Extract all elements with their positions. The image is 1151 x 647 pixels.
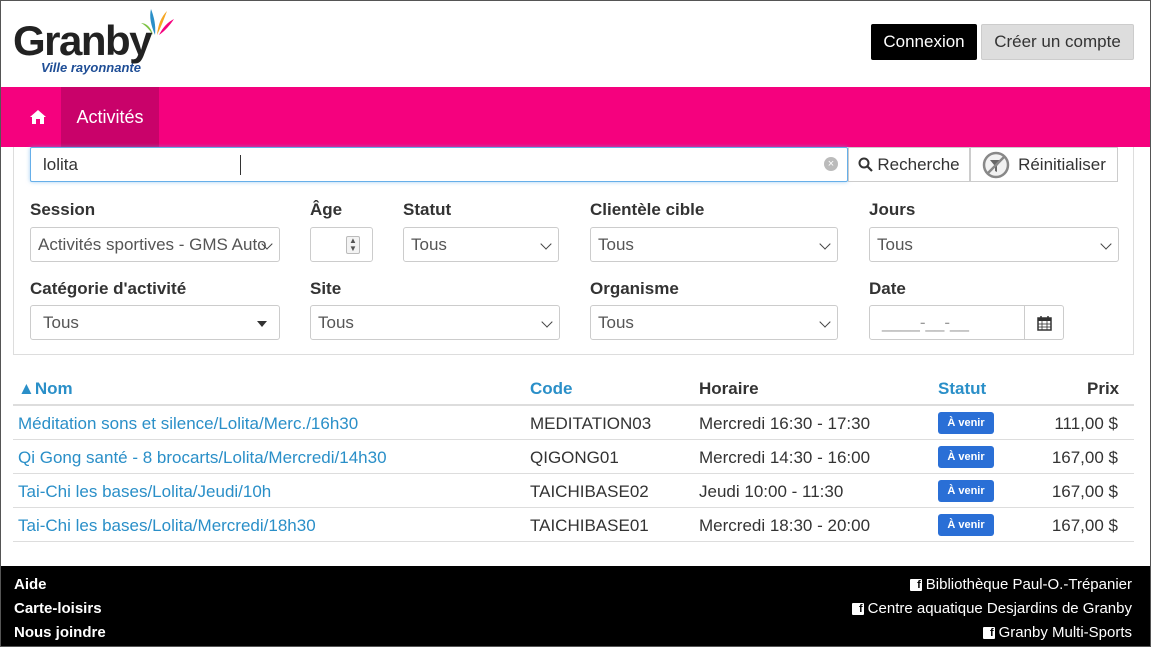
activity-code: TAICHIBASE01 <box>530 516 649 535</box>
statut-select[interactable]: Tous <box>403 227 559 262</box>
jours-select-value: Tous <box>877 234 913 254</box>
main-nav: Activités <box>1 87 1150 147</box>
age-input[interactable]: ▲ ▼ <box>310 227 373 262</box>
age-label: Âge <box>310 200 343 219</box>
footer-social-bibliotheque[interactable]: f Bibliothèque Paul-O.-Trépanier <box>909 576 1132 593</box>
col-header-nom[interactable]: ▲Nom <box>18 379 73 399</box>
jours-select[interactable]: Tous <box>869 227 1119 262</box>
footer-social-label: Centre aquatique Desjardins de Granby <box>867 600 1132 617</box>
col-header-prix: Prix <box>1087 379 1120 398</box>
spinner-icon[interactable]: ▲ ▼ <box>346 236 360 254</box>
search-input[interactable] <box>30 147 848 182</box>
jours-label: Jours <box>869 200 916 219</box>
activity-code: QIGONG01 <box>530 448 619 467</box>
clear-search-icon[interactable]: × <box>824 157 838 171</box>
categorie-select-value: Tous <box>43 312 79 332</box>
clientele-select[interactable]: Tous <box>590 227 838 262</box>
session-select[interactable]: Activités sportives - GMS Auto <box>30 227 280 262</box>
reset-button[interactable]: Réinitialiser <box>970 147 1118 182</box>
footer-social-label: Granby Multi-Sports <box>998 624 1132 641</box>
activity-horaire: Mercredi 14:30 - 16:00 <box>699 448 871 467</box>
signup-button[interactable]: Créer un compte <box>981 24 1134 60</box>
facebook-icon: f <box>851 602 864 615</box>
footer-link-carte-loisirs[interactable]: Carte-loisirs <box>14 600 102 617</box>
table-row: Qi Gong santé - 8 brocarts/Lolita/Mercre… <box>13 440 1134 474</box>
chevron-down-icon <box>819 316 831 328</box>
calendar-button[interactable] <box>1024 305 1064 340</box>
site-select[interactable]: Tous <box>310 305 560 340</box>
activity-name-link[interactable]: Méditation sons et silence/Lolita/Merc./… <box>18 414 358 434</box>
chevron-down-icon <box>1100 238 1112 250</box>
session-label: Session <box>30 200 96 219</box>
status-badge: À venir <box>938 446 994 468</box>
site-select-value: Tous <box>318 312 354 332</box>
footer-link-nous-joindre[interactable]: Nous joindre <box>14 624 106 641</box>
footer-social-multi-sports[interactable]: f Granby Multi-Sports <box>982 624 1132 641</box>
logo-tagline: Ville rayonnante <box>41 60 141 75</box>
table-row: Méditation sons et silence/Lolita/Merc./… <box>13 406 1134 440</box>
date-input[interactable]: ____-__-__ <box>869 305 1025 340</box>
search-icon <box>858 157 874 172</box>
activity-name-link[interactable]: Qi Gong santé - 8 brocarts/Lolita/Mercre… <box>18 448 387 468</box>
status-badge: À venir <box>938 514 994 536</box>
activity-horaire: Mercredi 16:30 - 17:30 <box>699 414 871 433</box>
col-header-statut[interactable]: Statut <box>938 379 986 399</box>
chevron-down-icon <box>541 316 553 328</box>
statut-select-value: Tous <box>411 234 447 254</box>
site-header: Granby Ville rayonnante Connexion Créer … <box>1 1 1150 87</box>
login-button[interactable]: Connexion <box>871 24 977 60</box>
col-header-horaire: Horaire <box>699 379 759 398</box>
search-button-label: Recherche <box>877 154 960 174</box>
clientele-select-value: Tous <box>598 234 634 254</box>
activity-price: 111,00 $ <box>1054 414 1118 433</box>
reset-button-label: Réinitialiser <box>1018 154 1106 174</box>
categorie-label: Catégorie d'activité <box>30 279 187 298</box>
activity-name-link[interactable]: Tai-Chi les bases/Lolita/Mercredi/18h30 <box>18 516 316 536</box>
chevron-down-icon <box>819 238 831 250</box>
activity-name-link[interactable]: Tai-Chi les bases/Lolita/Jeudi/10h <box>18 482 271 502</box>
table-row: Tai-Chi les bases/Lolita/Mercredi/18h30 … <box>13 508 1134 542</box>
activity-price: 167,00 $ <box>1051 482 1118 501</box>
search-button[interactable]: Recherche <box>848 147 970 182</box>
activity-horaire: Jeudi 10:00 - 11:30 <box>699 482 844 501</box>
text-cursor <box>240 155 241 175</box>
logo-wordmark: Granby <box>13 17 153 64</box>
date-label: Date <box>869 279 906 298</box>
reset-filter-icon <box>982 151 1010 178</box>
activity-code: TAICHIBASE02 <box>530 482 649 501</box>
footer-link-aide[interactable]: Aide <box>14 576 47 593</box>
site-footer: Aide Carte-loisirs Nous joindre f Biblio… <box>1 566 1150 646</box>
organisme-select-value: Tous <box>598 312 634 332</box>
col-header-code[interactable]: Code <box>530 379 573 399</box>
activity-price: 167,00 $ <box>1051 516 1118 535</box>
status-badge: À venir <box>938 412 994 434</box>
activity-horaire: Mercredi 18:30 - 20:00 <box>699 516 871 535</box>
footer-social-label: Bibliothèque Paul-O.-Trépanier <box>925 576 1132 593</box>
chevron-down-icon <box>540 238 552 250</box>
footer-social-centre-aquatique[interactable]: f Centre aquatique Desjardins de Granby <box>851 600 1132 617</box>
nav-item-activites[interactable]: Activités <box>61 87 159 147</box>
nav-home[interactable] <box>16 87 60 147</box>
facebook-icon: f <box>982 626 995 639</box>
status-badge: À venir <box>938 480 994 502</box>
filter-panel: × Recherche Réinitialiser Session Âge St… <box>13 147 1134 355</box>
clientele-label: Clientèle cible <box>590 200 705 219</box>
categorie-select[interactable]: Tous <box>30 305 280 340</box>
statut-label: Statut <box>403 200 452 219</box>
granby-logo[interactable]: Granby Ville rayonnante <box>13 7 178 77</box>
home-icon <box>30 110 46 124</box>
caret-down-icon <box>257 321 267 327</box>
calendar-icon <box>1036 315 1052 331</box>
facebook-icon: f <box>909 578 922 591</box>
organisme-label: Organisme <box>590 279 679 298</box>
site-label: Site <box>310 279 342 298</box>
table-row: Tai-Chi les bases/Lolita/Jeudi/10h TAICH… <box>13 474 1134 508</box>
organisme-select[interactable]: Tous <box>590 305 838 340</box>
date-input-placeholder: ____-__-__ <box>882 312 969 332</box>
activity-price: 167,00 $ <box>1051 448 1118 467</box>
activity-code: MEDITATION03 <box>530 414 652 433</box>
session-select-value: Activités sportives - GMS Auto <box>38 234 267 254</box>
